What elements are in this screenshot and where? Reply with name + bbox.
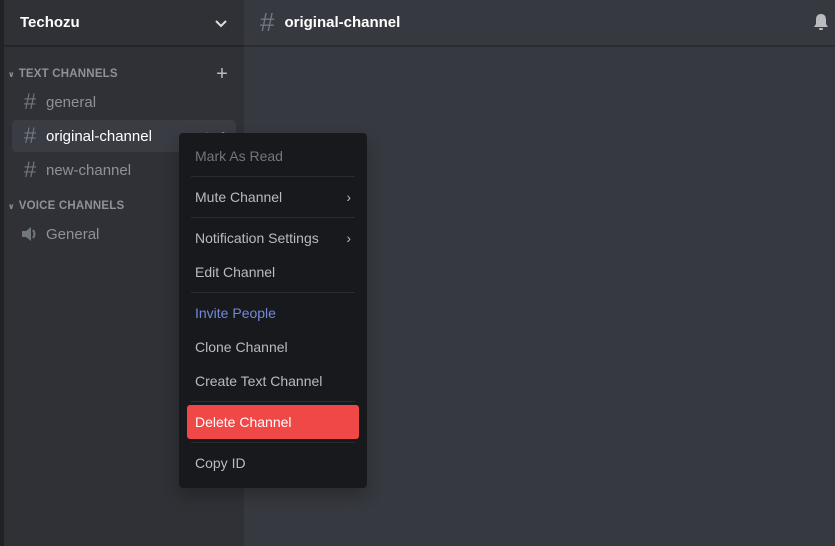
caret-down-icon: ∨ <box>8 201 15 211</box>
channel-name: original-channel <box>46 127 152 145</box>
menu-item-create-text-channel[interactable]: Create Text Channel <box>187 364 359 398</box>
menu-item-delete-channel[interactable]: Delete Channel <box>187 405 359 439</box>
menu-label: Edit Channel <box>195 264 276 280</box>
caret-down-icon: ∨ <box>8 69 15 79</box>
discord-app: Techozu ∨ TEXT CHANNELS + # general # or… <box>0 0 835 546</box>
channel-name: general <box>46 93 97 111</box>
channel-title: original-channel <box>284 14 401 31</box>
speaker-icon <box>20 226 40 242</box>
menu-separator <box>191 292 355 293</box>
menu-item-clone-channel[interactable]: Clone Channel <box>187 330 359 364</box>
menu-label: Mark As Read <box>195 148 283 164</box>
create-channel-icon[interactable]: + <box>216 64 228 84</box>
server-name: Techozu <box>20 14 80 31</box>
menu-separator <box>191 176 355 177</box>
menu-item-mute-channel[interactable]: Mute Channel › <box>187 180 359 214</box>
menu-item-mark-as-read[interactable]: Mark As Read <box>187 139 359 173</box>
menu-separator <box>191 217 355 218</box>
channel-name: General <box>46 225 100 243</box>
menu-item-invite-people[interactable]: Invite People <box>187 296 359 330</box>
menu-item-notification-settings[interactable]: Notification Settings › <box>187 221 359 255</box>
server-header[interactable]: Techozu <box>4 0 244 46</box>
menu-separator <box>191 401 355 402</box>
menu-separator <box>191 442 355 443</box>
menu-item-copy-id[interactable]: Copy ID <box>187 446 359 480</box>
hash-icon: # <box>23 157 37 182</box>
menu-label: Invite People <box>195 305 276 321</box>
channel-header: # original-channel <box>244 0 835 46</box>
hash-icon: # <box>23 123 37 148</box>
hash-icon: # <box>260 7 275 37</box>
menu-label: Delete Channel <box>195 414 292 430</box>
menu-label: Notification Settings <box>195 230 319 246</box>
menu-item-edit-channel[interactable]: Edit Channel <box>187 255 359 289</box>
menu-label: Mute Channel <box>195 189 283 205</box>
chevron-right-icon: › <box>346 230 351 246</box>
chevron-down-icon <box>215 19 227 27</box>
channel-context-menu: Mark As Read Mute Channel › Notification … <box>179 133 367 488</box>
category-label: TEXT CHANNELS <box>18 68 118 80</box>
menu-label: Clone Channel <box>195 339 288 355</box>
channel-name: new-channel <box>46 161 132 179</box>
menu-label: Copy ID <box>195 455 246 471</box>
menu-label: Create Text Channel <box>195 373 323 389</box>
channel-item-general[interactable]: # general <box>12 86 236 118</box>
category-text-channels[interactable]: ∨ TEXT CHANNELS + <box>4 64 244 84</box>
bell-icon[interactable] <box>811 12 831 32</box>
chevron-right-icon: › <box>346 189 351 205</box>
category-label: VOICE CHANNELS <box>18 200 125 212</box>
hash-icon: # <box>23 89 37 114</box>
